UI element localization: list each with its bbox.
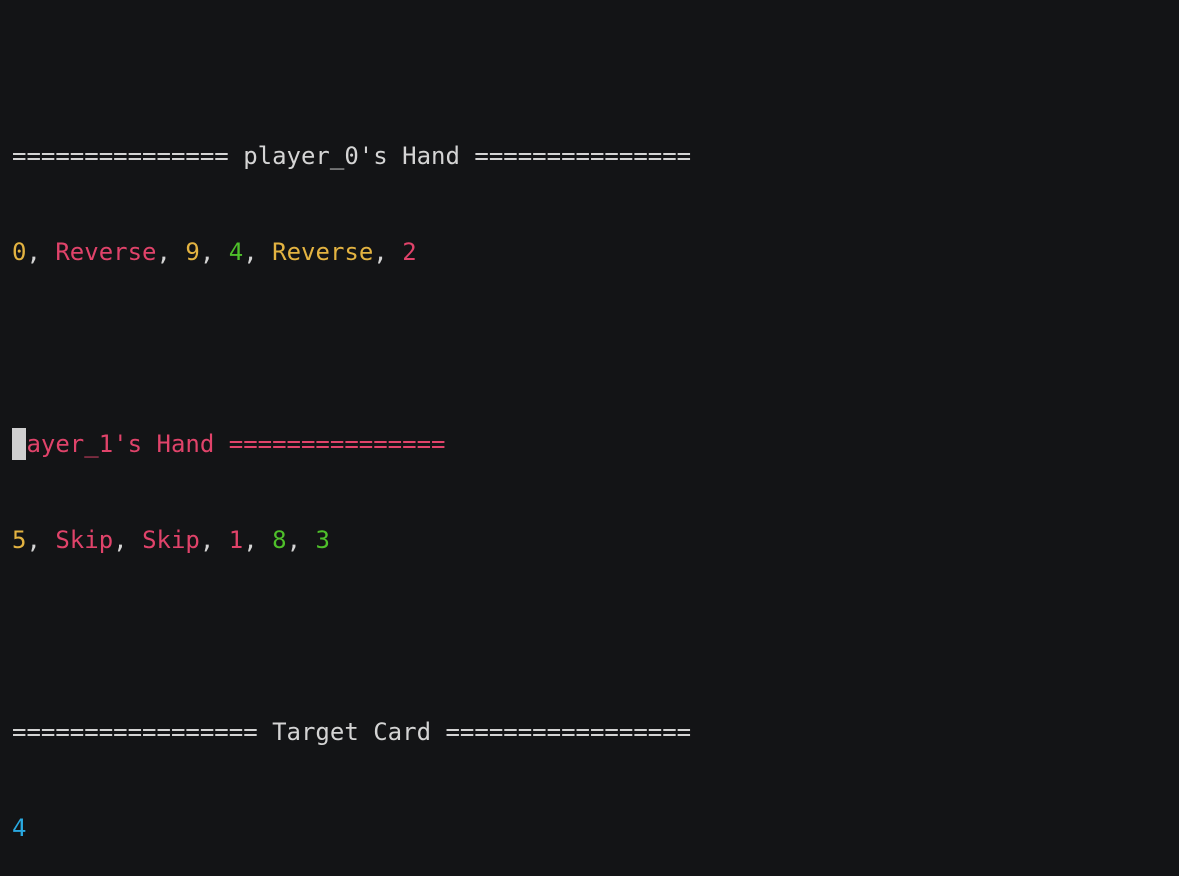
card-player1-1: Skip [55, 526, 114, 554]
card-separator: , [243, 238, 273, 266]
card-player1-3: 1 [228, 526, 244, 554]
card-player1-5: 3 [315, 526, 330, 554]
card-separator: , [113, 526, 143, 554]
card-separator: , [243, 526, 273, 554]
card-separator: , [199, 238, 229, 266]
target-card-header: ================= Target Card ==========… [12, 718, 692, 746]
card-player0-5: 2 [402, 238, 417, 266]
card-separator: , [26, 526, 56, 554]
player1-hand-header: layer_1's Hand =============== [12, 430, 446, 458]
card-separator: , [199, 526, 229, 554]
card-player1-4: 8 [272, 526, 287, 554]
card-player0-2: 9 [185, 238, 200, 266]
card-player0-0: 0 [12, 238, 27, 266]
target-card-value: 4 [12, 812, 691, 844]
card-player0-3: 4 [228, 238, 244, 266]
card-player1-0: 5 [12, 526, 27, 554]
player1-hand-cards: 5, Skip, Skip, 1, 8, 3 [12, 524, 691, 556]
player0-hand-cards: 0, Reverse, 9, 4, Reverse, 2 [12, 236, 691, 268]
card-separator: , [286, 526, 316, 554]
terminal-output: =============== player_0's Hand ========… [12, 76, 691, 876]
target-card: 4 [12, 814, 27, 842]
terminal-cursor[interactable] [12, 428, 26, 460]
card-player0-1: Reverse [55, 238, 157, 266]
player0-hand-header: =============== player_0's Hand ========… [12, 142, 692, 170]
card-player1-2: Skip [142, 526, 200, 554]
card-separator: , [26, 238, 56, 266]
card-player0-4: Reverse [272, 238, 374, 266]
card-separator: , [156, 238, 186, 266]
card-separator: , [373, 238, 403, 266]
